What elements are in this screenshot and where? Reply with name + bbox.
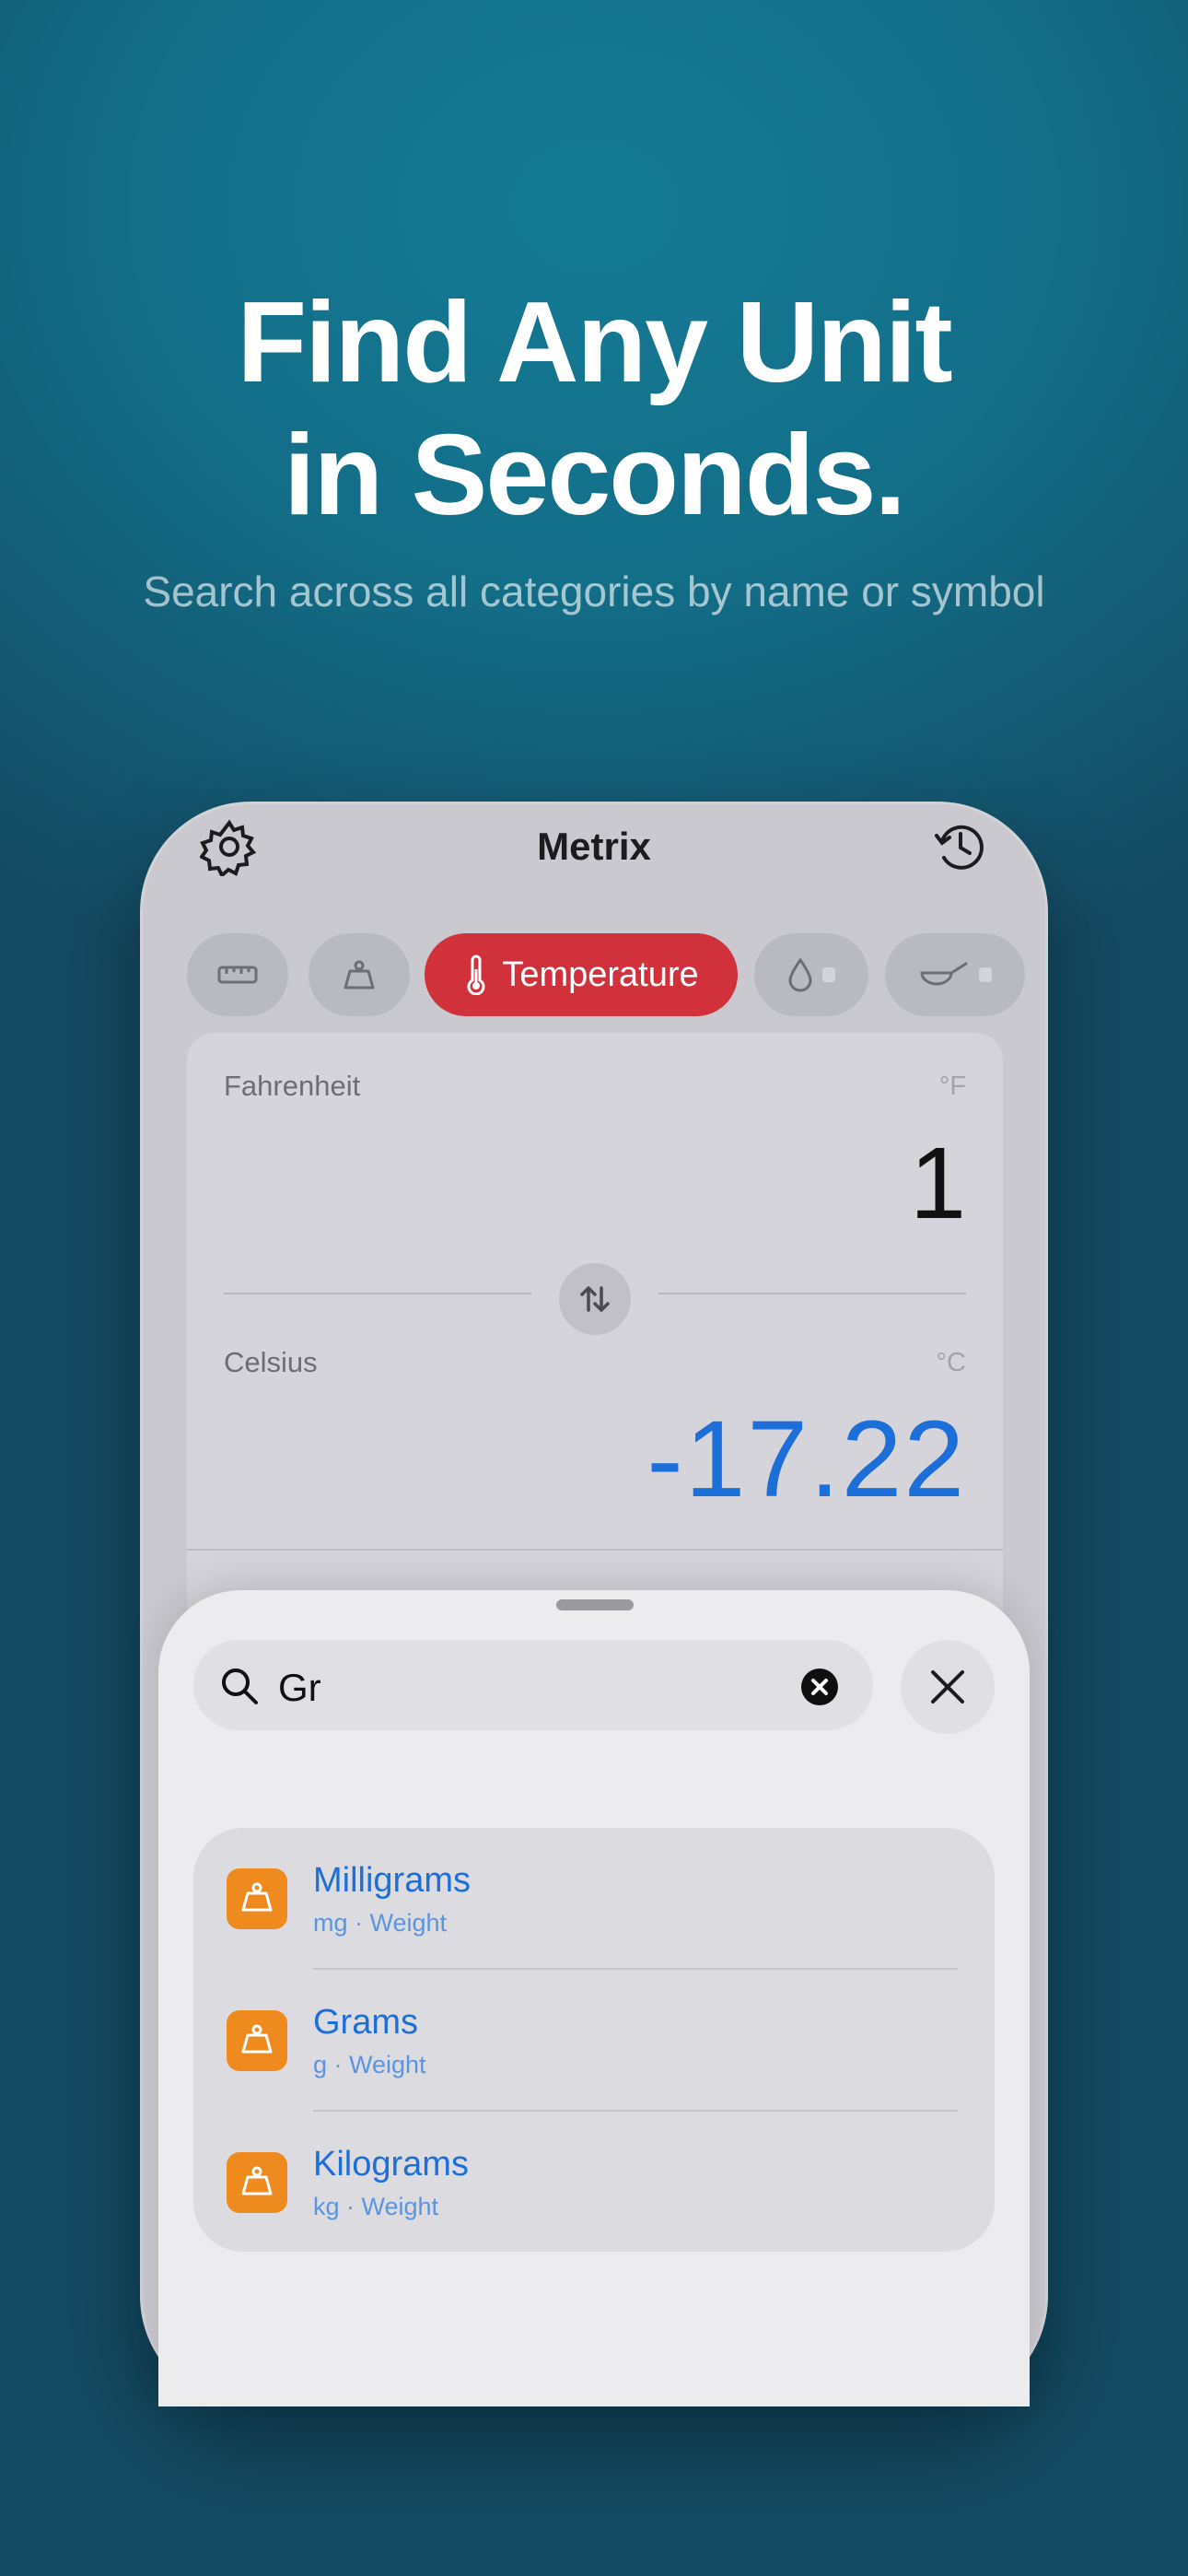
category-chip-volume[interactable] bbox=[754, 933, 868, 1016]
close-search-button[interactable] bbox=[901, 1640, 995, 1734]
top-bar: Metrix bbox=[143, 804, 1045, 915]
weight-icon bbox=[344, 960, 375, 989]
result-name: Kilograms bbox=[313, 2145, 469, 2184]
result-name: Grams bbox=[313, 2003, 418, 2042]
weight-icon bbox=[227, 2152, 287, 2213]
swap-units-button[interactable] bbox=[559, 1263, 631, 1335]
search-input[interactable]: Gr bbox=[278, 1666, 321, 1710]
result-detail: g · Weight bbox=[313, 2051, 426, 2078]
swap-arrows-icon bbox=[580, 1286, 610, 1312]
from-value-input[interactable]: 1 bbox=[910, 1125, 966, 1242]
search-icon bbox=[222, 1669, 258, 1704]
pan-icon bbox=[920, 962, 968, 986]
search-result-milligrams[interactable]: Milligrams mg · Weight bbox=[193, 1828, 995, 1970]
result-detail: mg · Weight bbox=[313, 1909, 448, 1937]
to-value-output: -17.22 bbox=[646, 1399, 966, 1520]
category-chip-weight[interactable] bbox=[309, 933, 410, 1016]
history-icon[interactable] bbox=[931, 817, 990, 876]
marketing-headline: Find Any Unit in Seconds. bbox=[0, 276, 1188, 542]
category-chip-cooking[interactable] bbox=[885, 933, 1025, 1016]
lock-icon bbox=[979, 967, 992, 982]
search-field[interactable]: Gr bbox=[193, 1640, 873, 1730]
category-chip-bar: Temperature bbox=[143, 933, 1045, 1016]
category-chip-length[interactable] bbox=[187, 933, 288, 1016]
result-detail: kg · Weight bbox=[313, 2193, 439, 2220]
to-unit-symbol: °C bbox=[936, 1348, 966, 1377]
headline-line-2: in Seconds. bbox=[284, 412, 906, 539]
search-results-list: Milligrams mg · Weight Grams g · Weight bbox=[193, 1828, 995, 2252]
from-unit-symbol: °F bbox=[938, 1071, 966, 1101]
result-name: Milligrams bbox=[313, 1861, 471, 1900]
search-result-kilograms[interactable]: Kilograms kg · Weight bbox=[193, 2112, 995, 2254]
headline-line-1: Find Any Unit bbox=[237, 279, 952, 406]
thermometer-icon bbox=[467, 954, 485, 995]
from-unit-label[interactable]: Fahrenheit bbox=[224, 1070, 360, 1103]
category-chip-label: Temperature bbox=[502, 954, 699, 994]
weight-icon bbox=[227, 1868, 287, 1929]
section-divider bbox=[187, 1549, 1003, 1551]
search-sheet: Gr Milligrams mg · Weight Grams g · Weig… bbox=[158, 1590, 1030, 2406]
ruler-icon bbox=[217, 966, 258, 984]
marketing-subtitle: Search across all categories by name or … bbox=[143, 568, 1045, 615]
divider bbox=[224, 1293, 531, 1294]
sheet-grabber[interactable] bbox=[556, 1599, 634, 1610]
app-title: Metrix bbox=[537, 825, 651, 868]
weight-icon bbox=[227, 2010, 287, 2071]
divider bbox=[658, 1293, 966, 1294]
search-result-grams[interactable]: Grams g · Weight bbox=[193, 1970, 995, 2112]
drop-icon bbox=[788, 957, 812, 992]
category-chip-temperature[interactable]: Temperature bbox=[425, 933, 738, 1016]
clear-search-button[interactable] bbox=[801, 1669, 838, 1705]
lock-icon bbox=[822, 967, 835, 982]
clear-x-icon bbox=[811, 1679, 828, 1695]
close-icon bbox=[931, 1670, 964, 1704]
to-unit-label[interactable]: Celsius bbox=[224, 1346, 318, 1379]
